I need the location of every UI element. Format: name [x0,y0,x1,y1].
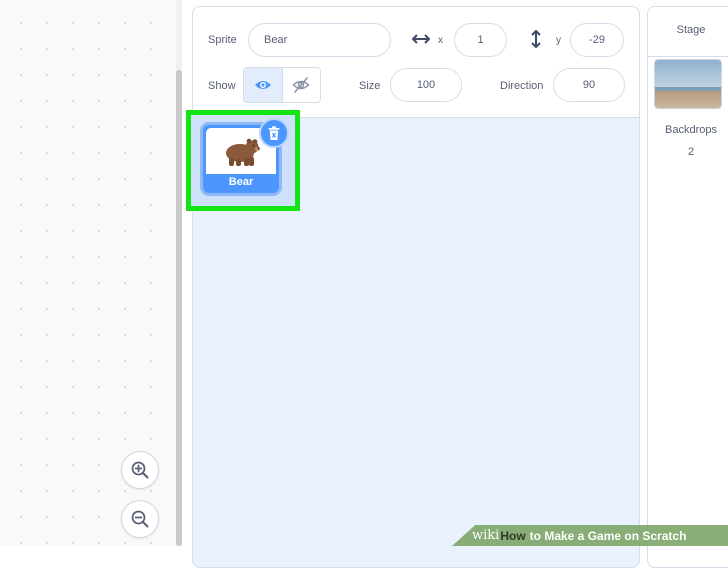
zoom-out-button[interactable] [121,500,159,538]
bear-icon [226,138,261,166]
eye-slash-icon [292,77,310,93]
direction-label: Direction [500,80,544,92]
code-area-scrollbar[interactable] [176,70,182,546]
visibility-toggle [243,67,321,103]
stage-backdrop-thumbnail[interactable] [654,59,722,109]
backdrops-label: Backdrops [665,124,717,136]
y-position-value: -29 [589,34,605,46]
backdrops-count: 2 [687,146,695,158]
hide-sprite-button[interactable] [281,68,320,102]
stage-divider [648,56,728,57]
zoom-in-icon [131,461,149,479]
watermark-title: to Make a Game on Scratch [529,528,687,543]
show-sprite-button[interactable] [244,68,282,102]
delete-sprite-button[interactable] [259,118,289,148]
horizontal-arrows-icon [412,34,430,44]
zoom-in-button[interactable] [121,451,159,489]
zoom-out-icon [131,510,149,528]
show-label: Show [208,80,236,92]
wikihow-watermark: wiki How to Make a Game on Scratch [452,525,728,546]
vertical-arrows-icon [531,30,541,48]
watermark-how: How [500,528,526,543]
sprite-label: Sprite [208,34,237,46]
eye-icon [254,81,271,89]
stage-selector[interactable]: Stage Backdrops 2 [647,6,728,568]
sprite-tile-name: Bear [228,176,254,188]
sprite-name-field[interactable]: Bear [248,23,391,57]
sprite-info-panel: Sprite Bear x 1 y -29 Show Size 100 Dire… [193,7,639,118]
size-field[interactable]: 100 [390,68,462,102]
sprite-name-value: Bear [264,34,288,46]
size-label: Size [359,80,381,92]
y-position-field[interactable]: -29 [570,23,624,57]
x-position-field[interactable]: 1 [454,23,507,57]
watermark-wiki: wiki [472,528,500,543]
stage-title: Stage [676,24,706,36]
x-position-value: 1 [477,34,484,46]
direction-field[interactable]: 90 [553,68,625,102]
sprite-pane: Sprite Bear x 1 y -29 Show Size 100 Dire… [192,6,640,568]
size-value: 100 [416,79,436,91]
y-label: y [556,35,561,46]
trash-icon [268,125,280,140]
x-label: x [438,35,443,46]
direction-value: 90 [582,79,596,91]
